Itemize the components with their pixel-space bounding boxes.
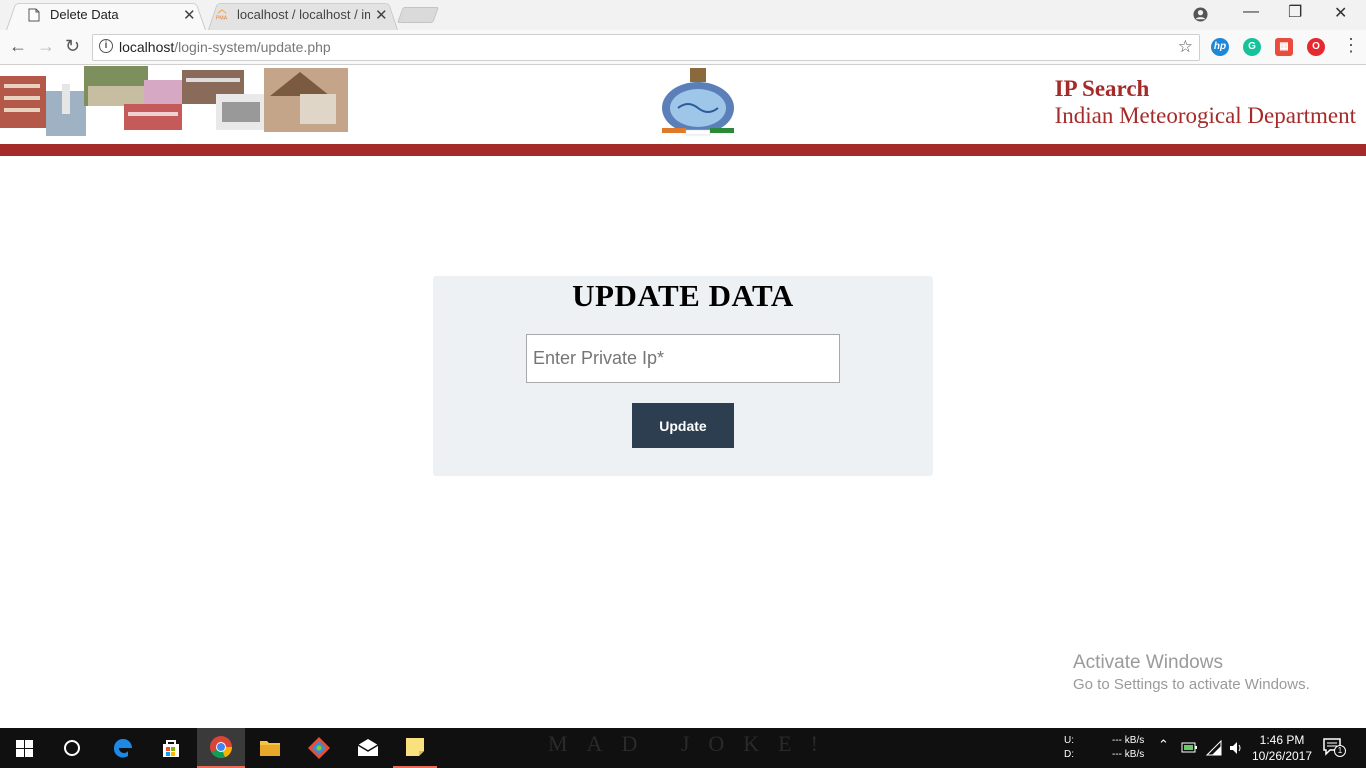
opera-extension-icon[interactable]: O [1307, 38, 1325, 56]
site-title: IP Search Indian Meteorogical Department [1055, 76, 1356, 129]
network-speed-meter: U: D: --- kB/s --- kB/s [1064, 734, 1144, 762]
upload-rate: --- kB/s [1112, 735, 1145, 746]
reload-icon[interactable]: ↻ [65, 36, 80, 57]
restore-icon[interactable]: ❐ [1288, 2, 1302, 22]
download-label: D: [1064, 749, 1074, 760]
sticky-notes-icon [406, 738, 424, 756]
window-close-icon[interactable]: ✕ [1334, 3, 1347, 23]
site-title-primary: IP Search [1054, 76, 1150, 101]
action-center-button[interactable]: 1 [1323, 738, 1346, 757]
browser-toolbar: ← → ↻ i localhost/login-system/update.ph… [0, 30, 1366, 65]
mail-icon [357, 739, 379, 756]
watermark-title: Activate Windows [1073, 652, 1223, 673]
wifi-icon[interactable] [1206, 740, 1222, 756]
bookmark-star-icon[interactable]: ☆ [1178, 37, 1193, 57]
volume-icon[interactable] [1228, 740, 1244, 756]
taskbar-git[interactable] [295, 728, 343, 768]
tab-phpmyadmin[interactable]: PMA localhost / localhost / im ✕ [208, 0, 398, 31]
system-clock[interactable]: 1:46 PM 10/26/2017 [1250, 732, 1314, 764]
battery-icon[interactable] [1181, 741, 1199, 755]
clock-time: 1:46 PM [1259, 733, 1305, 747]
tab-title: Delete Data [50, 7, 119, 22]
cortana-button[interactable] [48, 728, 96, 768]
taskbar-file-explorer[interactable] [246, 728, 294, 768]
taskbar-mail[interactable] [344, 728, 392, 768]
hp-extension-icon[interactable]: hp [1211, 38, 1229, 56]
taskbar-chrome[interactable] [197, 728, 245, 768]
download-rate: --- kB/s [1112, 749, 1145, 760]
phpmyadmin-icon: PMA [216, 9, 228, 21]
chrome-icon [210, 736, 233, 759]
form-heading: UPDATE DATA [572, 278, 794, 313]
windows-taskbar: MAD JOKE! U: D: --- kB/s --- kB/s ⌃ 1:46… [0, 728, 1366, 768]
git-diamond-icon [308, 737, 330, 759]
tab-delete-data[interactable]: Delete Data ✕ [6, 0, 206, 31]
site-title-secondary: Indian Meteorogical Department [1054, 103, 1356, 128]
site-header: IP Search Indian Meteorogical Department [0, 66, 1366, 144]
buildings-collage-image [0, 66, 348, 136]
folder-icon [260, 741, 280, 756]
menu-icon[interactable]: ⋮ [1342, 35, 1360, 56]
address-bar[interactable]: i localhost/login-system/update.php ☆ [92, 34, 1200, 61]
private-ip-input[interactable] [526, 334, 840, 383]
imd-emblem-logo [662, 68, 734, 136]
watermark-subtitle: Go to Settings to activate Windows. [1073, 676, 1310, 693]
svg-text:PMA: PMA [216, 15, 228, 21]
clock-date: 10/26/2017 [1251, 749, 1313, 763]
grammarly-extension-icon[interactable]: G [1243, 38, 1261, 56]
upload-label: U: [1064, 735, 1074, 746]
update-button[interactable]: Update [632, 403, 734, 448]
wallpaper-text: MAD JOKE! [548, 731, 837, 756]
new-tab-button[interactable] [397, 7, 439, 23]
minimize-icon[interactable]: — [1243, 3, 1259, 21]
extension-icon[interactable]: ▦ [1275, 38, 1293, 56]
activate-windows-watermark: Activate Windows Go to Settings to activ… [1073, 652, 1310, 696]
page-icon [28, 8, 40, 22]
browser-tab-bar: Delete Data ✕ PMA localhost / localhost … [0, 0, 1366, 31]
edge-icon [113, 738, 132, 758]
profile-icon[interactable] [1193, 7, 1208, 22]
cortana-circle-icon [64, 740, 80, 756]
store-icon [163, 740, 179, 757]
info-icon[interactable]: i [99, 39, 113, 53]
back-icon[interactable]: ← [9, 36, 27, 57]
start-button[interactable] [0, 728, 48, 768]
forward-icon[interactable]: → [37, 36, 55, 57]
taskbar-store[interactable] [147, 728, 195, 768]
notification-count-badge: 1 [1334, 745, 1346, 757]
update-form-card: UPDATE DATA Update [433, 276, 933, 476]
windows-logo-icon [15, 739, 33, 757]
taskbar-edge[interactable] [99, 728, 147, 768]
address-url: localhost/login-system/update.php [119, 39, 331, 55]
tab-title: localhost / localhost / im [237, 7, 370, 22]
close-tab-icon[interactable]: ✕ [375, 6, 388, 24]
close-tab-icon[interactable]: ✕ [183, 6, 196, 24]
header-divider-bar [0, 144, 1366, 156]
show-hidden-icons-chevron-icon[interactable]: ⌃ [1158, 737, 1169, 753]
taskbar-sticky-notes[interactable] [393, 728, 437, 768]
